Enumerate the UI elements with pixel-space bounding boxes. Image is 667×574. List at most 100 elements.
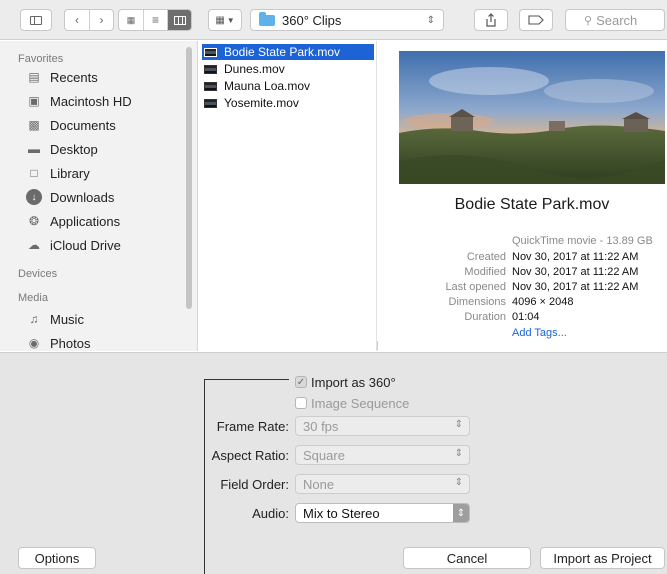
sidebar-toggle-button[interactable] xyxy=(20,9,52,31)
forward-button[interactable]: › xyxy=(89,10,113,30)
last-opened-value: Nov 30, 2017 at 11:22 AM xyxy=(512,281,639,293)
dimensions-value: 4096 × 2048 xyxy=(512,296,574,308)
aspect-ratio-popup[interactable]: Square ⇕ xyxy=(295,445,470,465)
preview-pane: Bodie State Park.mov QuickTime movie - 1… xyxy=(378,41,667,351)
sidebar-item-photos[interactable]: ◉ Photos xyxy=(26,332,186,351)
toolbar: ‹ › ▦ ≡ ▦ ▼ 360° Clips ⇕ ⚲ Search xyxy=(0,0,667,40)
sidebar-item-documents[interactable]: ▩ Documents xyxy=(26,114,186,136)
file-name: Dunes.mov xyxy=(224,62,285,76)
devices-header: Devices xyxy=(18,268,58,280)
duration-value: 01:04 xyxy=(512,311,540,323)
file-row[interactable]: Mauna Loa.mov xyxy=(202,78,374,94)
aspect-ratio-label: Aspect Ratio: xyxy=(211,448,289,463)
search-field[interactable]: ⚲ Search xyxy=(565,9,665,31)
updown-arrows-icon: ⇕ xyxy=(454,448,463,459)
sidebar-item-icloud-drive[interactable]: ☁ iCloud Drive xyxy=(26,234,186,256)
callout-line xyxy=(204,379,205,574)
frame-rate-label: Frame Rate: xyxy=(216,419,289,434)
dimensions-label: Dimensions xyxy=(448,296,506,308)
column-view-button[interactable] xyxy=(167,10,191,30)
sidebar-item-library[interactable]: □ Library xyxy=(26,162,186,184)
sidebar-item-desktop[interactable]: ▬ Desktop xyxy=(26,138,186,160)
audio-value: Mix to Stereo xyxy=(303,505,380,521)
sidebar-item-label: Photos xyxy=(50,335,91,351)
bottom-bar: Options Cancel Import as Project xyxy=(0,543,667,574)
back-button[interactable]: ‹ xyxy=(65,10,89,30)
sidebar-item-label: Recents xyxy=(50,69,98,85)
aspect-ratio-value: Square xyxy=(303,447,345,463)
add-tags-link[interactable]: Add Tags... xyxy=(512,327,567,339)
sidebar-item-label: Applications xyxy=(50,213,121,229)
sidebar-item-label: iCloud Drive xyxy=(50,237,121,253)
media-header: Media xyxy=(18,292,48,304)
music-icon: ♫ xyxy=(29,312,39,326)
chevron-right-icon: › xyxy=(99,13,104,27)
documents-icon: ▩ xyxy=(28,118,40,132)
cancel-button[interactable]: Cancel xyxy=(403,547,531,569)
audio-popup[interactable]: Mix to Stereo ⇕ xyxy=(295,503,470,523)
share-button[interactable] xyxy=(474,9,508,31)
group-by-button[interactable]: ▦ ▼ xyxy=(208,9,242,31)
tag-icon xyxy=(528,15,544,25)
path-popup[interactable]: 360° Clips ⇕ xyxy=(250,9,444,31)
file-row-selected[interactable]: Bodie State Park.mov xyxy=(202,44,374,60)
list-icon: ≡ xyxy=(151,13,159,27)
field-order-label: Field Order: xyxy=(220,477,289,492)
grid-icon: ▦ xyxy=(126,14,136,25)
file-row[interactable]: Dunes.mov xyxy=(202,61,374,77)
folder-icon: □ xyxy=(30,166,38,180)
last-opened-label: Last opened xyxy=(445,281,506,293)
checkmark-icon: ✓ xyxy=(296,376,306,388)
sidebar-item-label: Documents xyxy=(50,117,116,133)
updown-arrows-icon: ⇕ xyxy=(454,477,463,488)
sidebar-item-label: Macintosh HD xyxy=(50,93,132,109)
sidebar-item-macintosh-hd[interactable]: ▣ Macintosh HD xyxy=(26,90,186,112)
options-button[interactable]: Options xyxy=(18,547,96,569)
duration-label: Duration xyxy=(464,311,506,323)
file-name: Mauna Loa.mov xyxy=(224,79,311,93)
import-360-checkbox[interactable]: ✓ xyxy=(295,376,307,388)
file-name: Yosemite.mov xyxy=(224,96,299,110)
file-name: Bodie State Park.mov xyxy=(224,45,341,59)
sidebar: Favorites ▤ Recents ▣ Macintosh HD ▩ Docume… xyxy=(0,41,198,351)
path-label: 360° Clips xyxy=(282,12,342,28)
icon-view-button[interactable]: ▦ xyxy=(119,10,143,30)
updown-arrows-icon: ⇕ xyxy=(426,14,435,26)
field-order-value: None xyxy=(303,476,335,492)
image-sequence-checkbox[interactable] xyxy=(295,397,307,409)
list-view-button[interactable]: ≡ xyxy=(143,10,167,30)
field-order-popup[interactable]: None ⇕ xyxy=(295,474,470,494)
import-360-label: Import as 360° xyxy=(311,375,396,390)
search-placeholder: Search xyxy=(596,12,638,28)
sidebar-item-label: Music xyxy=(50,311,84,327)
file-row[interactable]: Yosemite.mov xyxy=(202,95,374,111)
import-options-panel: ✓ Import as 360° Image Sequence Frame Ra… xyxy=(0,352,667,543)
search-icon: ⚲ xyxy=(584,14,593,27)
callout-line xyxy=(204,379,289,380)
cloud-icon: ☁ xyxy=(28,238,40,252)
preview-filename: Bodie State Park.mov xyxy=(454,196,610,213)
file-kind: QuickTime movie - 13.89 GB xyxy=(512,235,653,247)
sidebar-item-label: Desktop xyxy=(50,141,98,157)
sidebar-scrollbar[interactable] xyxy=(186,47,192,309)
sidebar-item-music[interactable]: ♫ Music xyxy=(26,308,186,330)
sidebar-item-applications[interactable]: ❂ Applications xyxy=(26,210,186,232)
movie-thumbnail-icon xyxy=(204,98,217,108)
sidebar-item-downloads[interactable]: ↓ Downloads xyxy=(26,186,186,208)
favorites-header: Favorites xyxy=(18,53,64,65)
view-mode-control: ▦ ≡ xyxy=(118,9,192,31)
desktop-icon: ▬ xyxy=(28,142,40,156)
created-label: Created xyxy=(466,251,506,263)
frame-rate-popup[interactable]: 30 fps ⇕ xyxy=(295,416,470,436)
back-forward-control: ‹ › xyxy=(64,9,114,31)
panorama-preview-image xyxy=(399,51,665,184)
tags-button[interactable] xyxy=(519,9,553,31)
chevron-left-icon: ‹ xyxy=(75,13,79,27)
chevron-down-icon: ▼ xyxy=(226,15,235,25)
import-as-project-button[interactable]: Import as Project xyxy=(540,547,665,569)
sidebar-icon xyxy=(30,15,42,25)
camera-icon: ◉ xyxy=(28,336,40,350)
sidebar-item-label: Downloads xyxy=(50,189,115,205)
hard-drive-icon: ▣ xyxy=(28,94,40,108)
sidebar-item-recents[interactable]: ▤ Recents xyxy=(26,66,186,88)
